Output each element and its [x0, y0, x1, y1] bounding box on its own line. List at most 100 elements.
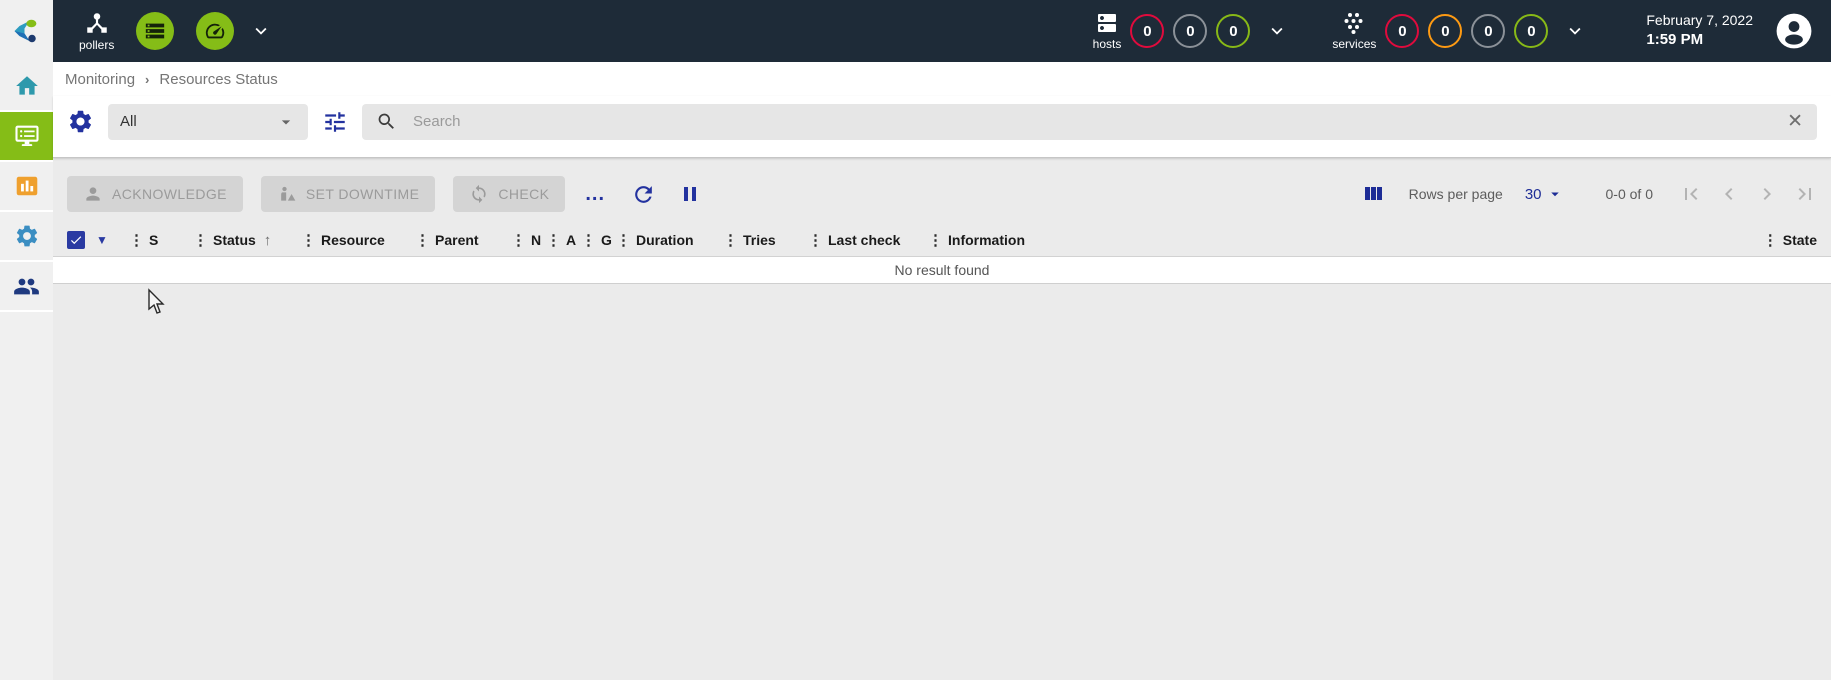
filter-bar: All ✕ — [53, 96, 1831, 158]
drag-handle-icon[interactable]: ⋮ — [415, 231, 430, 249]
next-page-button[interactable] — [1755, 182, 1779, 206]
breadcrumb-chevron-icon: › — [145, 72, 149, 87]
column-header-status[interactable]: ⋮ Status ↑ — [193, 231, 301, 249]
column-header-severity[interactable]: ⋮ S — [129, 231, 193, 249]
services-unknown-badge[interactable]: 0 — [1471, 14, 1505, 48]
first-page-button[interactable] — [1679, 182, 1703, 206]
pollers-chevron-down-icon[interactable] — [250, 20, 272, 42]
platform-status-button[interactable] — [196, 12, 234, 50]
grain-icon — [1342, 11, 1366, 35]
acknowledge-button[interactable]: ACKNOWLEDGE — [67, 176, 243, 212]
home-icon — [14, 73, 40, 99]
drag-handle-icon[interactable]: ⋮ — [928, 231, 943, 249]
hosts-down-badge[interactable]: 0 — [1130, 14, 1164, 48]
drag-handle-icon[interactable]: ⋮ — [511, 231, 526, 249]
column-header-parent[interactable]: ⋮ Parent — [415, 231, 511, 249]
rows-per-page-arrow-icon — [1546, 185, 1564, 203]
services-ok-badge[interactable]: 0 — [1514, 14, 1548, 48]
centreon-logo[interactable] — [0, 0, 53, 62]
table-header: ▼ ⋮ S ⋮ Status ↑ ⋮ Resource ⋮ Parent ⋮ N — [67, 224, 1817, 256]
drag-handle-icon[interactable]: ⋮ — [808, 231, 823, 249]
sort-asc-icon[interactable]: ↑ — [264, 232, 272, 249]
hosts-up-badge[interactable]: 0 — [1216, 14, 1250, 48]
tune-icon[interactable] — [322, 109, 348, 135]
drag-handle-icon[interactable]: ⋮ — [546, 231, 561, 249]
drag-handle-icon[interactable]: ⋮ — [723, 231, 738, 249]
hosts-chevron-down-icon[interactable] — [1266, 20, 1288, 42]
sidebar-item-reporting[interactable] — [0, 162, 53, 212]
column-header-information[interactable]: ⋮ Information — [928, 231, 1753, 249]
refresh-button[interactable] — [631, 182, 656, 207]
column-header-tries[interactable]: ⋮ Tries — [723, 231, 808, 249]
drag-handle-icon[interactable]: ⋮ — [616, 231, 631, 249]
drag-handle-icon[interactable]: ⋮ — [193, 231, 208, 249]
previous-page-button[interactable] — [1717, 182, 1741, 206]
column-header-notes[interactable]: ⋮ N — [511, 231, 546, 249]
action-bar: ACKNOWLEDGE SET DOWNTIME CHECK ... — [67, 176, 1817, 212]
sidebar-item-monitoring[interactable] — [0, 112, 53, 162]
pollers-menu[interactable]: pollers — [79, 10, 114, 52]
services-chevron-down-icon[interactable] — [1564, 20, 1586, 42]
sidebar-item-configuration[interactable] — [0, 212, 53, 262]
drag-handle-icon[interactable]: ⋮ — [1763, 231, 1778, 249]
search-box: ✕ — [362, 104, 1817, 140]
search-input[interactable] — [413, 113, 1771, 130]
first-page-icon — [1679, 182, 1703, 206]
services-label: services — [1332, 37, 1376, 51]
check-label: CHECK — [498, 186, 549, 202]
drag-handle-icon[interactable]: ⋮ — [301, 231, 316, 249]
hosts-menu[interactable]: hosts — [1093, 11, 1122, 51]
column-header-resource[interactable]: ⋮ Resource — [301, 231, 415, 249]
select-arrow-icon — [276, 112, 296, 132]
hosts-unreachable-badge[interactable]: 0 — [1173, 14, 1207, 48]
column-header-graph[interactable]: ⋮ G — [581, 231, 616, 249]
column-header-duration[interactable]: ⋮ Duration — [616, 231, 723, 249]
breadcrumb: Monitoring › Resources Status — [53, 62, 1831, 96]
drag-handle-icon[interactable]: ⋮ — [581, 231, 596, 249]
rows-per-page-label: Rows per page — [1409, 186, 1503, 202]
settings-icon[interactable] — [67, 108, 94, 135]
breadcrumb-resources-status[interactable]: Resources Status — [159, 71, 277, 88]
device-hub-icon — [84, 10, 110, 36]
centreon-logo-icon — [12, 16, 42, 46]
sync-icon — [469, 184, 489, 204]
services-menu[interactable]: services — [1332, 11, 1376, 51]
sidebar-item-home[interactable] — [0, 62, 53, 112]
column-header-state[interactable]: ⋮ State — [1753, 231, 1817, 249]
set-downtime-label: SET DOWNTIME — [306, 186, 419, 202]
clear-search-icon[interactable]: ✕ — [1787, 112, 1803, 131]
select-all-checkbox[interactable] — [67, 231, 85, 249]
pause-icon — [678, 182, 702, 206]
rows-per-page-select[interactable]: 30 — [1525, 185, 1564, 203]
pause-autorefresh-button[interactable] — [678, 182, 702, 206]
acknowledge-label: ACKNOWLEDGE — [112, 186, 227, 202]
people-icon — [13, 273, 40, 300]
column-header-last-check[interactable]: ⋮ Last check — [808, 231, 928, 249]
breadcrumb-monitoring[interactable]: Monitoring — [65, 71, 135, 88]
pagination-range: 0-0 of 0 — [1606, 186, 1653, 202]
select-options-arrow-icon[interactable]: ▼ — [96, 233, 108, 247]
export-configuration-button[interactable] — [136, 12, 174, 50]
edit-columns-button[interactable] — [1361, 182, 1385, 206]
person-icon — [83, 184, 103, 204]
check-button[interactable]: CHECK — [453, 176, 565, 212]
filter-select-value: All — [120, 113, 137, 130]
set-downtime-button[interactable]: SET DOWNTIME — [261, 176, 435, 212]
drag-handle-icon[interactable]: ⋮ — [129, 231, 144, 249]
search-icon — [376, 111, 397, 132]
column-header-action[interactable]: ⋮ A — [546, 231, 581, 249]
main-content: Monitoring › Resources Status All ✕ — [53, 62, 1831, 680]
filter-select[interactable]: All — [108, 104, 308, 140]
last-page-button[interactable] — [1793, 182, 1817, 206]
last-page-icon — [1793, 182, 1817, 206]
more-actions-button[interactable]: ... — [585, 189, 605, 199]
server-icon — [1095, 11, 1119, 35]
pagination-bar: Rows per page 30 0-0 of 0 — [1361, 182, 1817, 206]
services-critical-badge[interactable]: 0 — [1385, 14, 1419, 48]
sidebar-item-administration[interactable] — [0, 262, 53, 312]
top-bar: pollers hosts 0 0 0 se — [0, 0, 1831, 62]
check-icon — [69, 233, 83, 247]
user-avatar[interactable] — [1775, 12, 1813, 50]
gauge-icon — [204, 20, 226, 42]
services-warning-badge[interactable]: 0 — [1428, 14, 1462, 48]
